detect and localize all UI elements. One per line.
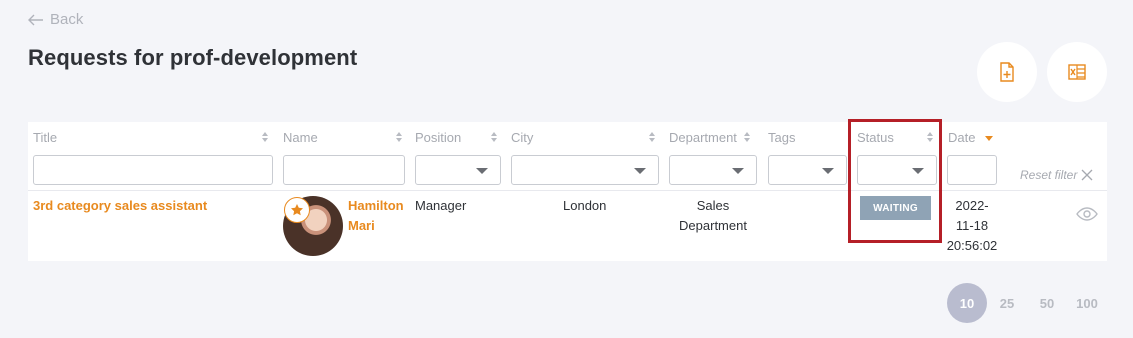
page-title: Requests for prof-development <box>28 45 358 70</box>
status-badge: WAITING <box>860 196 931 220</box>
sort-icon[interactable] <box>261 130 269 144</box>
back-link[interactable]: Back <box>28 11 83 28</box>
employee-name-link[interactable]: Hamilton Mari <box>348 196 404 236</box>
page-size-10[interactable]: 10 <box>947 283 987 323</box>
row-divider <box>28 190 1107 191</box>
close-icon <box>1081 169 1093 181</box>
back-label: Back <box>50 11 84 28</box>
eye-icon[interactable] <box>1076 206 1098 222</box>
employee-name-line: Mari <box>348 218 375 233</box>
request-title-link[interactable]: 3rd category sales assistant <box>33 196 207 216</box>
excel-export-icon <box>1068 64 1086 80</box>
sort-icon[interactable] <box>648 130 656 144</box>
page-size-50[interactable]: 50 <box>1027 283 1067 323</box>
star-icon <box>291 204 303 216</box>
add-document-button[interactable] <box>977 42 1037 102</box>
department-line: Sales <box>696 198 730 213</box>
department-filter-select[interactable] <box>669 155 757 185</box>
sort-desc-icon[interactable] <box>985 130 993 144</box>
tags-filter-select[interactable] <box>768 155 847 185</box>
date-line: 20:56:02 <box>946 238 998 253</box>
column-header-name[interactable]: Name <box>283 130 318 145</box>
column-header-tags[interactable]: Tags <box>768 130 795 145</box>
date-line: 11-18 <box>955 218 989 233</box>
excel-export-button[interactable] <box>1047 42 1107 102</box>
arrow-left-icon <box>28 14 43 25</box>
reset-filter-label: Reset filter <box>1020 168 1078 182</box>
reset-filter-button[interactable]: Reset filter <box>1020 168 1093 182</box>
page-size-25[interactable]: 25 <box>987 283 1027 323</box>
city-value: London <box>563 198 607 213</box>
date-filter-input[interactable] <box>947 155 997 185</box>
city-filter-select[interactable] <box>511 155 659 185</box>
column-header-status[interactable]: Status <box>857 130 894 145</box>
sort-icon[interactable] <box>395 130 403 144</box>
department-line: Department <box>679 218 747 233</box>
star-badge <box>284 197 310 223</box>
date-value: 2022- 11-18 20:56:02 <box>946 196 998 256</box>
sort-icon[interactable] <box>743 130 751 144</box>
position-filter-select[interactable] <box>415 155 501 185</box>
column-header-position[interactable]: Position <box>415 130 461 145</box>
department-value: Sales Department <box>669 196 757 236</box>
add-document-icon <box>1000 62 1014 82</box>
title-filter-input[interactable] <box>33 155 273 185</box>
position-value: Manager <box>415 198 467 213</box>
column-header-title[interactable]: Title <box>33 130 57 145</box>
column-header-city[interactable]: City <box>511 130 533 145</box>
column-header-department[interactable]: Department <box>669 130 737 145</box>
sort-icon[interactable] <box>926 130 934 144</box>
date-line: 2022- <box>955 198 989 213</box>
employee-name-line: Hamilton <box>348 198 404 213</box>
sort-icon[interactable] <box>490 130 498 144</box>
page-size-100[interactable]: 100 <box>1067 283 1107 323</box>
status-filter-select[interactable] <box>857 155 937 185</box>
requests-table: Title Name Position City Department Tags… <box>28 122 1107 261</box>
column-header-date[interactable]: Date <box>948 130 975 145</box>
name-filter-input[interactable] <box>283 155 405 185</box>
